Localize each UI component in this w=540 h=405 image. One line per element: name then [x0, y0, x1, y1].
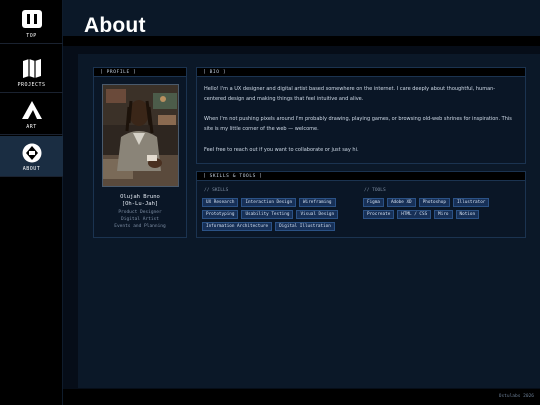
bio-paragraph: When I'm not pushing pixels around I'm p…	[204, 116, 512, 132]
nav-item-art[interactable]: ART	[0, 94, 63, 135]
profile-panel: [ PROFILE ] Olujah Bruno [Oh-Lu-Jah] Pro…	[93, 67, 187, 238]
tools-list: Figma Adobe XD Photoshop Illustrator Pro…	[363, 198, 503, 219]
main-area: About [ PROFILE ] Olujah Bruno [Oh-Lu-Ja…	[63, 0, 540, 405]
profile-role: Product Designer	[118, 210, 162, 215]
header-divider	[63, 36, 540, 46]
page-title: About	[84, 14, 146, 37]
sidebar: TOP PROJECTS ART ABOUT	[0, 0, 63, 405]
skill-tag: Interaction Design	[241, 198, 297, 207]
profile-name: Olujah Bruno	[120, 194, 160, 200]
footer: Ostulabs 2026	[63, 389, 540, 405]
portrait-image	[103, 85, 178, 186]
nav-label-about: ABOUT	[22, 166, 41, 172]
profile-pronunciation: [Oh-Lu-Jah]	[121, 201, 159, 207]
skill-tag: Prototyping	[202, 210, 239, 219]
skill-tag: Information Architecture	[202, 222, 273, 231]
nav-label-art: ART	[26, 124, 37, 130]
bio-panel-header: [ BIO ]	[197, 68, 525, 77]
skill-tag: Digital Illustration	[275, 222, 335, 231]
projects-icon	[22, 59, 41, 78]
top-icon	[21, 10, 42, 28]
art-icon	[21, 101, 42, 119]
skill-tag: Visual Design	[296, 210, 339, 219]
tool-tag: Photoshop	[418, 198, 450, 207]
tool-tag: Notion	[455, 210, 480, 219]
bio-paragraph: Feel free to reach out if you want to co…	[204, 147, 359, 153]
skills-list: UX Research Interaction Design Wireframi…	[202, 198, 352, 231]
profile-photo	[102, 84, 179, 187]
nav-item-projects[interactable]: PROJECTS	[0, 52, 63, 93]
profile-panel-header: [ PROFILE ]	[94, 68, 186, 77]
nav-item-about[interactable]: ABOUT	[0, 136, 63, 177]
about-icon	[22, 143, 41, 163]
tool-tag: Illustrator	[452, 198, 490, 207]
tool-tag: Adobe XD	[386, 198, 416, 207]
nav-label-top: TOP	[26, 33, 37, 39]
nav-label-projects: PROJECTS	[17, 82, 46, 88]
profile-role: Digital Artist	[121, 217, 159, 222]
skills-column-heading: // SKILLS	[204, 188, 229, 193]
bio-paragraph: Hello! I'm a UX designer and digital art…	[204, 86, 496, 102]
skill-tag: Usability Testing	[241, 210, 294, 219]
skills-tools-panel-header: [ SKILLS & TOOLS ]	[197, 172, 525, 181]
tool-tag: Miro	[434, 210, 453, 219]
bio-panel-title: [ BIO ]	[203, 70, 227, 75]
profile-panel-title: [ PROFILE ]	[100, 70, 137, 75]
tool-tag: Figma	[363, 198, 384, 207]
nav-item-top[interactable]: TOP	[0, 3, 63, 44]
tool-tag: Procreate	[363, 210, 395, 219]
skills-tools-panel-title: [ SKILLS & TOOLS ]	[203, 174, 263, 179]
skills-tools-panel: [ SKILLS & TOOLS ] // SKILLS // TOOLS UX…	[196, 171, 526, 238]
skill-tag: UX Research	[202, 198, 239, 207]
tools-column-heading: // TOOLS	[364, 188, 386, 193]
bio-panel: [ BIO ] Hello! I'm a UX designer and dig…	[196, 67, 526, 164]
profile-role: Events and Planning	[114, 224, 166, 229]
tool-tag: HTML / CSS	[397, 210, 432, 219]
copyright-text: Ostulabs 2026	[498, 394, 534, 399]
skill-tag: Wireframing	[299, 198, 336, 207]
